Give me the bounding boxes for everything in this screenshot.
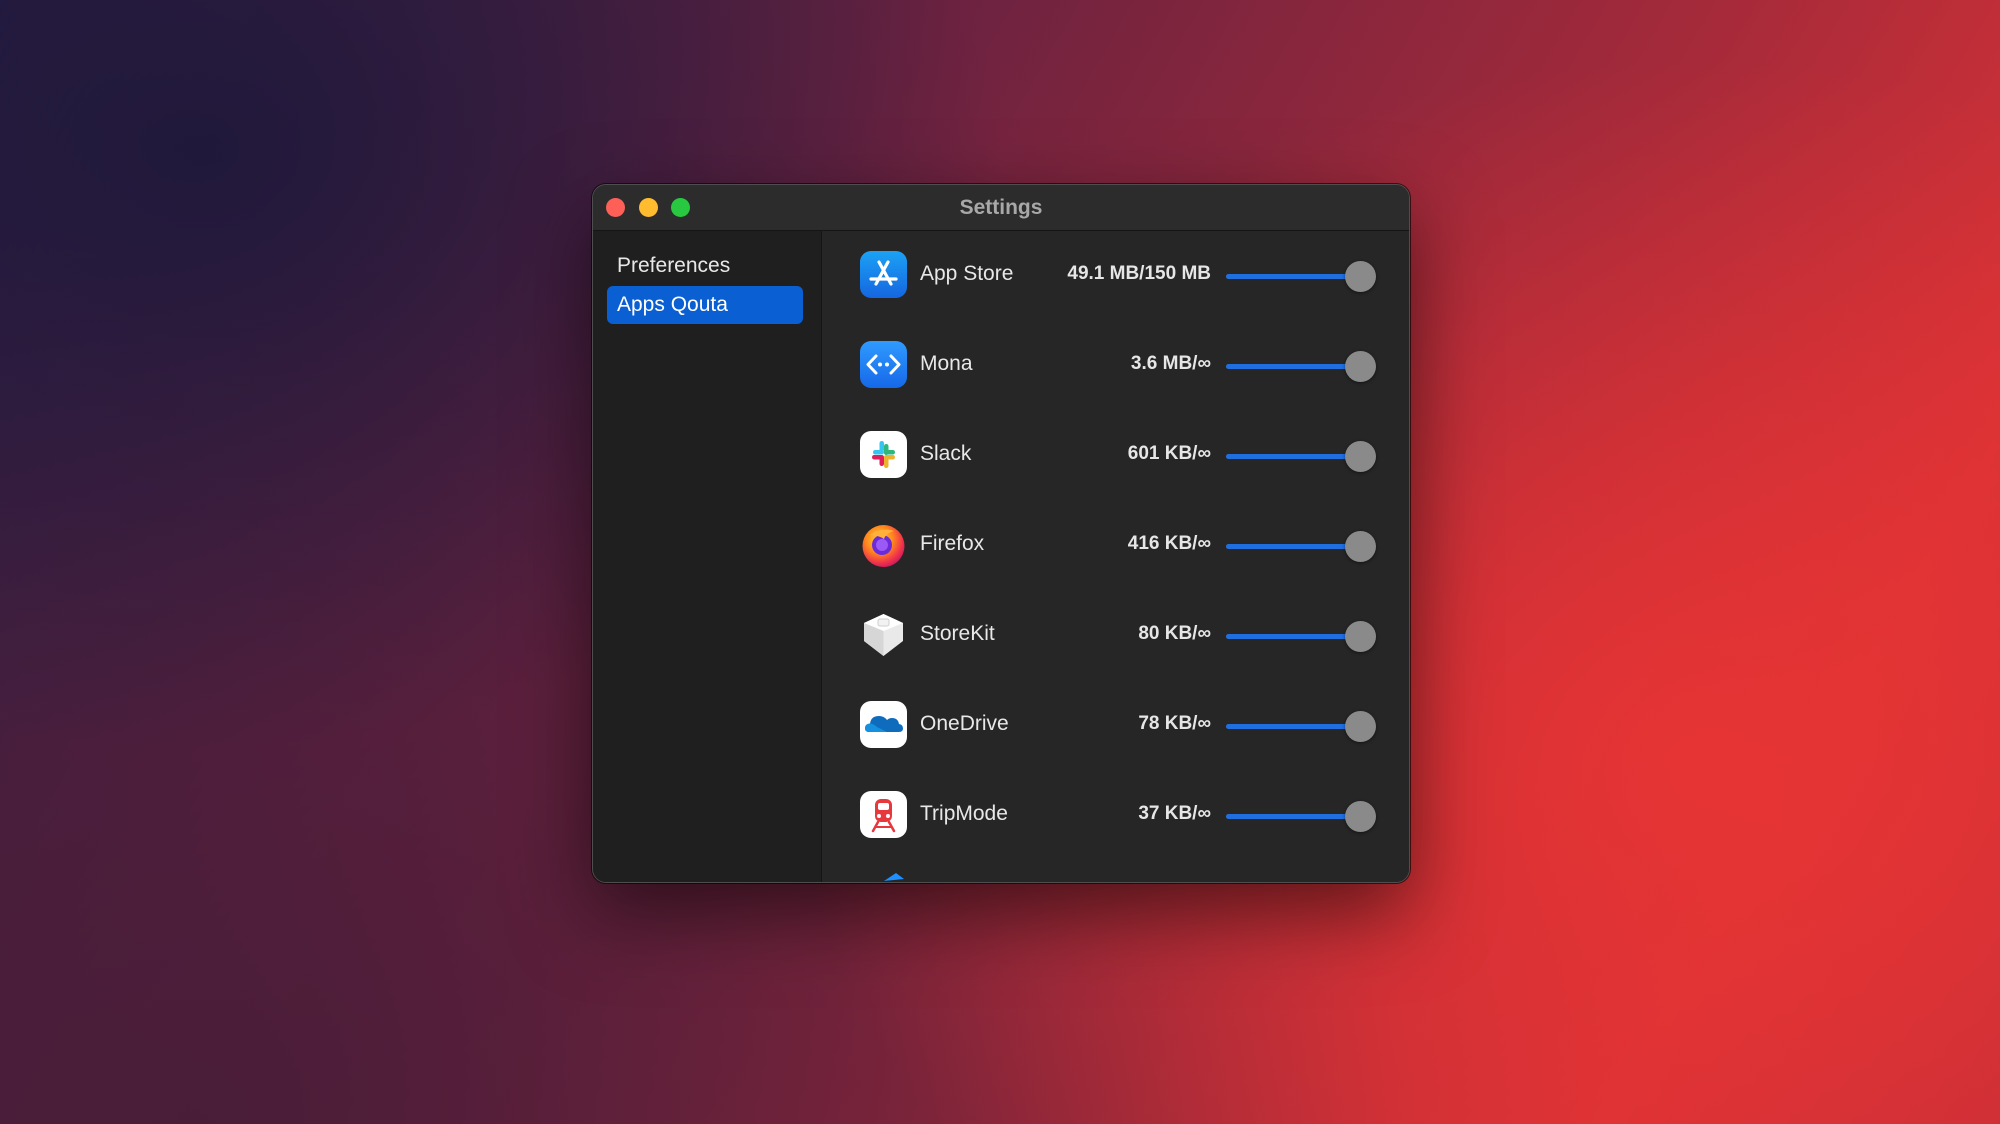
settings-window: Settings Preferences Apps Qouta App Stor…: [592, 184, 1410, 883]
slider-knob[interactable]: [1345, 801, 1376, 832]
usage-value: 80 KB/∞: [1138, 623, 1211, 644]
app-name: Firefox: [920, 532, 985, 555]
slider-fill: [1226, 724, 1361, 729]
list-item: Firefox 416 KB/∞: [822, 501, 1409, 591]
firefox-icon: [860, 521, 907, 568]
app-name: App Store: [920, 262, 1014, 285]
quota-slider[interactable]: [1226, 351, 1376, 382]
quota-slider[interactable]: [1226, 801, 1376, 832]
onedrive-icon: [860, 701, 907, 748]
quota-slider[interactable]: [1226, 621, 1376, 652]
sidebar-item-preferences[interactable]: Preferences: [607, 247, 803, 285]
quota-slider[interactable]: [1226, 261, 1376, 292]
tripmode-icon: [860, 791, 907, 838]
app-name: Mona: [920, 352, 973, 375]
slider-knob[interactable]: [1345, 261, 1376, 292]
usage-value: 416 KB/∞: [1127, 533, 1211, 554]
list-item: Mona 3.6 MB/∞: [822, 321, 1409, 411]
list-item: TripMode 37 KB/∞: [822, 771, 1409, 861]
slider-fill: [1226, 544, 1361, 549]
slider-knob[interactable]: [1345, 351, 1376, 382]
usage-value: 37 KB/∞: [1138, 803, 1211, 824]
mona-icon: [860, 341, 907, 388]
slider-knob[interactable]: [1345, 621, 1376, 652]
slider-fill: [1226, 814, 1361, 819]
usage-value: 78 KB/∞: [1138, 713, 1211, 734]
app-name: TripMode: [920, 802, 1008, 825]
slider-knob[interactable]: [1345, 441, 1376, 472]
app-name: StoreKit: [920, 622, 995, 645]
app-name: OneDrive: [920, 712, 1009, 735]
list-item: OneDrive 78 KB/∞: [822, 681, 1409, 771]
quota-slider[interactable]: [1226, 531, 1376, 562]
app-store-icon: [860, 251, 907, 298]
list-item: StoreKit 80 KB/∞: [822, 591, 1409, 681]
sidebar: Preferences Apps Qouta: [593, 231, 822, 882]
sidebar-item-apps-quota[interactable]: Apps Qouta: [607, 286, 803, 324]
slider-fill: [1226, 274, 1361, 279]
usage-value: 3.6 MB/∞: [1130, 353, 1211, 374]
apps-quota-list: App Store 49.1 MB/150 MB Mona 3.6 MB/∞ S…: [822, 231, 1409, 882]
slack-icon: [860, 431, 907, 478]
slider-fill: [1226, 364, 1361, 369]
storekit-icon: [860, 611, 907, 658]
slider-fill: [1226, 634, 1361, 639]
app-name: Slack: [920, 442, 972, 465]
slider-knob[interactable]: [1345, 531, 1376, 562]
quota-slider[interactable]: [1226, 441, 1376, 472]
window-title: Settings: [959, 196, 1043, 219]
usage-value: 601 KB/∞: [1127, 443, 1211, 464]
list-item: App Store 49.1 MB/150 MB: [822, 231, 1409, 321]
title-bar: Settings: [593, 185, 1409, 231]
usage-value: 49.1 MB/150 MB: [1067, 263, 1211, 284]
partial-app-icon: [882, 871, 906, 882]
list-item: Slack 601 KB/∞: [822, 411, 1409, 501]
slider-fill: [1226, 454, 1361, 459]
quota-slider[interactable]: [1226, 711, 1376, 742]
slider-knob[interactable]: [1345, 711, 1376, 742]
